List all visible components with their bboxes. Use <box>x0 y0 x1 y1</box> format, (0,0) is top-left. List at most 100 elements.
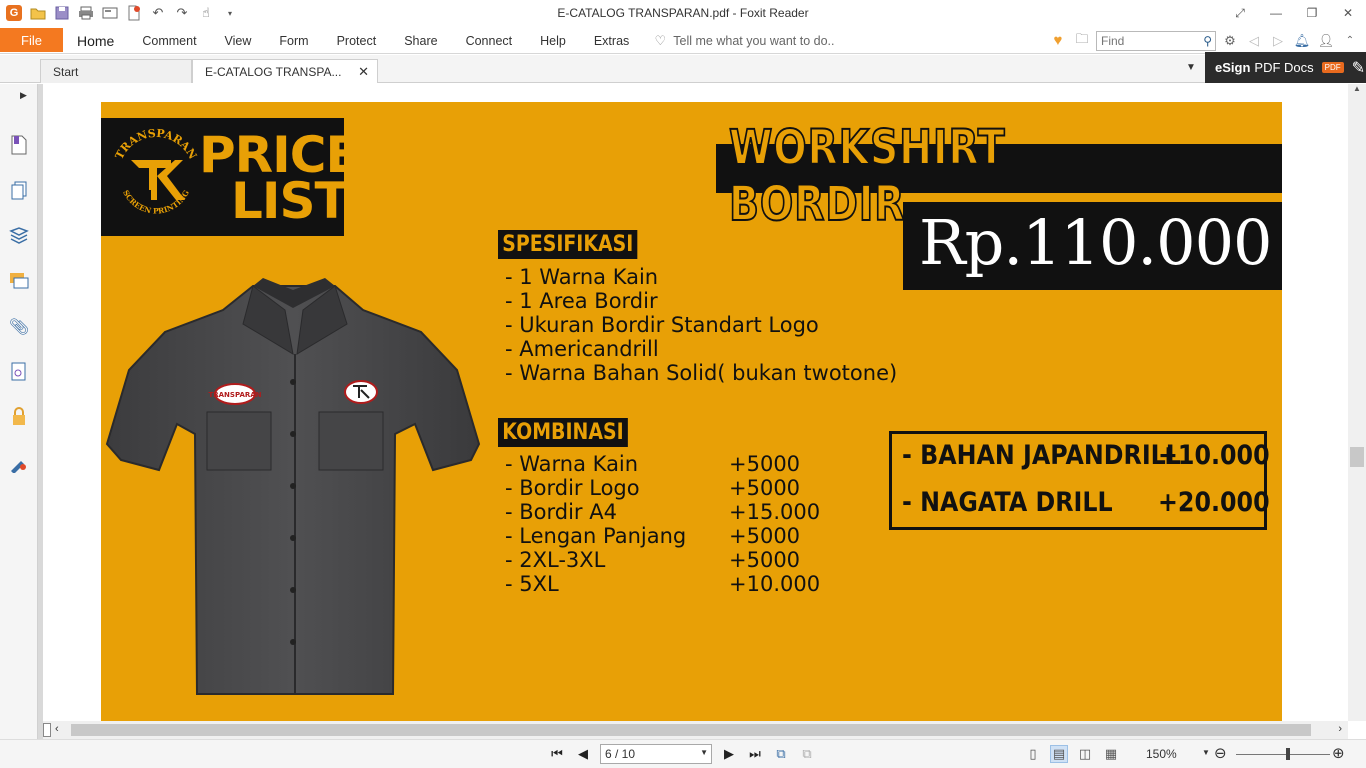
foxit-logo-icon[interactable]: G <box>4 4 24 22</box>
minimize-button[interactable]: — <box>1258 0 1294 26</box>
product-price: Rp.110.000 <box>919 206 1272 279</box>
first-page-icon[interactable]: ⏮ <box>548 744 566 764</box>
title-bar: G ↶ ↷ ☝ ▾ E-CATALOG TRANSPARAN.pdf - Fox… <box>0 0 1366 27</box>
close-tab-icon[interactable]: ✕ <box>358 64 369 80</box>
zoom-dropdown-icon[interactable]: ▼ <box>1202 748 1210 757</box>
search-icon[interactable]: ⚲ <box>1203 34 1212 48</box>
menu-home[interactable]: Home <box>63 27 128 54</box>
hand-tool-icon[interactable]: ☝ <box>196 4 216 22</box>
open-folder-icon[interactable] <box>28 4 48 22</box>
next-page-icon[interactable]: ▶ <box>720 744 738 764</box>
screen-icon[interactable] <box>100 4 120 22</box>
zoom-slider-handle[interactable] <box>1286 748 1290 760</box>
right-toolbar: ♥ 🗀 ⚲ ⚙ ◁ ▷ 🔔︎ 👤︎ ⌃ <box>1048 27 1366 54</box>
layers-icon[interactable] <box>8 225 30 247</box>
continuous-page-icon[interactable]: ▤ <box>1050 745 1068 763</box>
page-dropdown-icon[interactable]: ▼ <box>700 748 708 757</box>
print-icon[interactable] <box>76 4 96 22</box>
pdf-badge: PDF <box>1321 62 1344 73</box>
scroll-left-icon[interactable]: ‹ <box>55 723 59 735</box>
zoom-in-icon[interactable]: ⊕ <box>1332 744 1345 762</box>
spec-list: - 1 Warna Kain - 1 Area Bordir - Ukuran … <box>505 265 897 385</box>
menu-view[interactable]: View <box>211 27 266 54</box>
horizontal-scrollbar[interactable]: ‹ › <box>43 721 1348 739</box>
tab-start[interactable]: Start <box>40 59 192 83</box>
tab-list-dropdown-icon[interactable]: ▼ <box>1186 62 1196 73</box>
zoom-out-icon[interactable]: ⊖ <box>1214 744 1227 762</box>
vertical-scrollbar[interactable]: ▲ <box>1348 84 1366 721</box>
price-list-logo-block: TRANSPARAN SCREEN PRINTING PRICE LIST <box>101 118 360 236</box>
single-page-icon[interactable]: ▯ <box>1024 745 1042 763</box>
security-lock-icon[interactable] <box>8 406 30 428</box>
next-view-icon[interactable]: ⧉ <box>798 744 816 764</box>
save-icon[interactable] <box>52 4 72 22</box>
combo-values: +5000 +5000 +15.000 +5000 +5000 +10.000 <box>729 452 820 596</box>
combo-list: - Warna Kain - Bordir Logo - Bordir A4 -… <box>505 452 686 596</box>
combo-item-label: - Warna Kain <box>505 452 639 476</box>
pen-icon: ✎ <box>1351 59 1366 77</box>
combo-item-value: +10.000 <box>729 572 821 596</box>
menu-extras[interactable]: Extras <box>580 27 643 54</box>
previous-view-icon[interactable]: ⧉ <box>772 744 790 764</box>
notification-bell-icon[interactable]: 🔔︎ <box>1292 31 1312 51</box>
zoom-level[interactable]: 150% <box>1146 747 1177 761</box>
horizontal-scroll-thumb[interactable] <box>71 724 1311 736</box>
menu-protect[interactable]: Protect <box>323 27 391 54</box>
favorite-icon[interactable]: ♥ <box>1048 31 1068 51</box>
zoom-slider-track[interactable] <box>1236 754 1330 755</box>
find-input[interactable] <box>1101 33 1193 48</box>
close-button[interactable]: ✕ <box>1330 0 1366 26</box>
comments-icon[interactable] <box>8 270 30 292</box>
scroll-right-icon[interactable]: › <box>1338 723 1342 735</box>
menu-share[interactable]: Share <box>390 27 451 54</box>
undo-icon[interactable]: ↶ <box>148 4 168 22</box>
scroll-up-icon[interactable]: ▲ <box>1353 84 1361 93</box>
user-account-icon[interactable]: 👤︎ <box>1316 31 1336 51</box>
addon-value: +20.000 <box>1158 487 1270 518</box>
bookmarks-icon[interactable] <box>8 134 30 156</box>
forward-arrow-icon[interactable]: ▷ <box>1268 31 1288 51</box>
continuous-facing-icon[interactable]: ▦ <box>1102 745 1120 763</box>
pages-thumbnail-icon[interactable] <box>8 180 30 202</box>
previous-page-icon[interactable]: ◀ <box>574 744 592 764</box>
combo-item-value: +5000 <box>729 524 801 548</box>
certify-icon[interactable] <box>8 452 30 474</box>
combo-item-label: - 2XL-3XL <box>505 548 606 572</box>
pdf-page: TRANSPARAN SCREEN PRINTING PRICE LIST WO… <box>101 102 1282 721</box>
redo-icon[interactable]: ↷ <box>172 4 192 22</box>
page-number-field[interactable]: 6 / 10 ▼ <box>600 744 712 764</box>
split-view-handle[interactable] <box>43 723 51 737</box>
esign-button[interactable]: eSign PDF Docs PDF ✎ <box>1205 52 1366 83</box>
combo-item-value: +5000 <box>729 452 801 476</box>
menu-form[interactable]: Form <box>265 27 322 54</box>
esign-sublabel: PDF Docs <box>1254 60 1314 75</box>
collapse-ribbon-icon[interactable]: ⌃ <box>1340 31 1360 51</box>
menu-comment[interactable]: Comment <box>128 27 210 54</box>
file-menu-button[interactable]: File <box>0 28 63 52</box>
menu-connect[interactable]: Connect <box>452 27 527 54</box>
last-page-icon[interactable]: ⏭ <box>746 744 764 764</box>
spec-item: - Americandrill <box>505 337 659 361</box>
facing-pages-icon[interactable]: ◫ <box>1076 745 1094 763</box>
restore-button[interactable]: ❐ <box>1294 0 1330 26</box>
shirt-patch-text: TRANSPARAN <box>208 391 261 399</box>
menu-items: Home Comment View Form Protect Share Con… <box>63 27 834 54</box>
expand-panel-icon[interactable]: ▶ <box>20 90 27 101</box>
document-view[interactable]: TRANSPARAN SCREEN PRINTING PRICE LIST WO… <box>43 84 1348 721</box>
spec-item: - Ukuran Bordir Standart Logo <box>505 313 819 337</box>
tab-start-label: Start <box>53 64 79 79</box>
settings-gear-icon[interactable]: ⚙ <box>1220 31 1240 51</box>
new-document-icon[interactable] <box>124 4 144 22</box>
customize-dropdown-icon[interactable]: ▾ <box>220 4 240 22</box>
vertical-scroll-thumb[interactable] <box>1350 447 1364 467</box>
fullscreen-icon[interactable]: ⤢ <box>1222 0 1258 26</box>
menu-help[interactable]: Help <box>526 27 580 54</box>
back-arrow-icon[interactable]: ◁ <box>1244 31 1264 51</box>
attachments-icon[interactable]: 📎︎ <box>8 316 30 338</box>
find-box[interactable]: ⚲ <box>1096 30 1216 51</box>
tell-me-search[interactable]: ♡ Tell me what you want to do.. <box>653 33 834 49</box>
combo-item-value: +5000 <box>729 476 801 500</box>
signature-panel-icon[interactable] <box>8 361 30 383</box>
tab-document[interactable]: E-CATALOG TRANSPA... ✕ <box>192 59 378 83</box>
search-folder-icon[interactable]: 🗀 <box>1072 31 1092 51</box>
